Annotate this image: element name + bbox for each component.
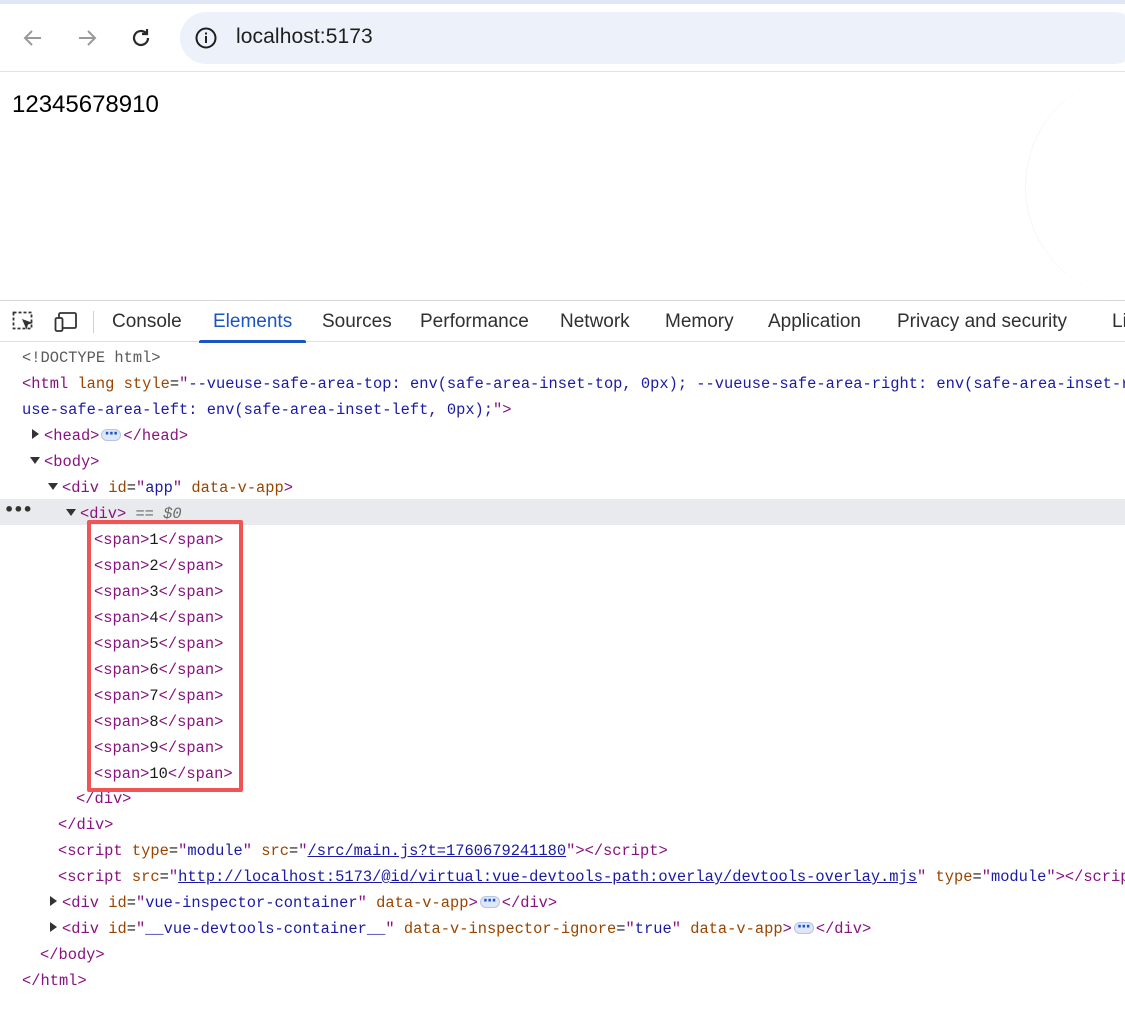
page-viewport: 12345678910 — [0, 73, 1125, 300]
collapsed-content-icon[interactable] — [479, 888, 500, 914]
dom-line-span[interactable]: <span>7</span> — [94, 683, 223, 709]
script-src-link[interactable]: /src/main.js?t=1760679241180 — [308, 842, 567, 860]
dom-line-body-close[interactable]: </body> — [40, 942, 105, 968]
node-actions-icon[interactable]: ••• — [4, 499, 33, 525]
forward-button[interactable] — [68, 19, 106, 57]
dom-line-devtools-container[interactable]: <div id="__vue-devtools-container__" dat… — [62, 914, 871, 942]
dom-line-script-overlay[interactable]: <script src="http://localhost:5173/@id/v… — [58, 864, 1125, 890]
dom-line-span[interactable]: <span>5</span> — [94, 631, 223, 657]
collapse-app-icon[interactable] — [48, 483, 58, 490]
dom-line-selected-div[interactable]: <div> == $0 — [80, 501, 182, 527]
tab-lighthouse-truncated[interactable]: Li — [1112, 301, 1125, 342]
reload-button[interactable] — [122, 19, 160, 57]
dom-line-script-main[interactable]: <script type="module" src="/src/main.js?… — [58, 838, 668, 864]
collapse-body-icon[interactable] — [30, 457, 40, 464]
tab-sources[interactable]: Sources — [322, 301, 392, 342]
device-toolbar-icon[interactable] — [54, 311, 78, 333]
dom-line-span[interactable]: <span>6</span> — [94, 657, 223, 683]
expand-inspector-icon[interactable] — [50, 896, 57, 906]
dom-line-app-close[interactable]: </div> — [58, 812, 113, 838]
info-icon[interactable] — [194, 26, 218, 50]
arrow-right-icon — [79, 30, 97, 46]
background-decoration — [1025, 73, 1125, 300]
dom-line-body[interactable]: <body> — [44, 449, 99, 475]
dom-line-span[interactable]: <span>1</span> — [94, 527, 223, 553]
dom-line-span[interactable]: <span>2</span> — [94, 553, 223, 579]
reload-icon — [132, 29, 150, 47]
back-button[interactable] — [14, 19, 52, 57]
tab-application[interactable]: Application — [768, 301, 861, 342]
script-src-link[interactable]: http://localhost:5173/@id/virtual:vue-de… — [178, 868, 917, 886]
tab-elements[interactable]: Elements — [198, 301, 307, 343]
arrow-left-icon — [23, 30, 41, 46]
dom-line-span[interactable]: <span>3</span> — [94, 579, 223, 605]
elements-dom-tree: ••• <!DOCTYPE html> <html lang style="--… — [0, 343, 1125, 1026]
browser-toolbar: localhost:5173 — [0, 4, 1125, 72]
dom-line-html-open-wrap[interactable]: use-safe-area-left: env(safe-area-inset-… — [22, 397, 512, 423]
tab-console[interactable]: Console — [112, 301, 182, 342]
tab-network[interactable]: Network — [560, 301, 630, 342]
dom-line-doctype[interactable]: <!DOCTYPE html> — [22, 345, 161, 371]
expand-devtools-container-icon[interactable] — [50, 922, 57, 932]
tab-memory[interactable]: Memory — [665, 301, 734, 342]
tab-performance[interactable]: Performance — [420, 301, 529, 342]
dom-line-div-close[interactable]: </div> — [76, 786, 131, 812]
dom-line-html-close[interactable]: </html> — [22, 968, 87, 994]
collapsed-content-icon[interactable] — [793, 914, 814, 940]
collapsed-content-icon[interactable] — [101, 421, 122, 447]
collapse-div-icon[interactable] — [66, 509, 76, 516]
expand-head-icon[interactable] — [32, 429, 39, 439]
dom-line-html-open[interactable]: <html lang style="--vueuse-safe-area-top… — [22, 371, 1125, 397]
toolbar-divider — [93, 311, 94, 333]
dom-line-span[interactable]: <span>9</span> — [94, 735, 223, 761]
page-content-text: 12345678910 — [12, 91, 159, 118]
devtools-tabbar: Console Elements Sources Performance Net… — [0, 300, 1125, 343]
dom-line-head[interactable]: <head></head> — [44, 421, 188, 449]
inspect-element-icon[interactable] — [12, 311, 36, 333]
tab-privacy-security[interactable]: Privacy and security — [897, 301, 1067, 342]
dom-line-inspector-container[interactable]: <div id="vue-inspector-container" data-v… — [62, 888, 557, 916]
dom-line-div-app[interactable]: <div id="app" data-v-app> — [62, 475, 293, 501]
url-text: localhost:5173 — [236, 25, 373, 48]
dom-line-span[interactable]: <span>8</span> — [94, 709, 223, 735]
dom-line-span[interactable]: <span>10</span> — [94, 761, 233, 787]
address-bar[interactable]: localhost:5173 — [180, 12, 1125, 64]
dom-line-span[interactable]: <span>4</span> — [94, 605, 223, 631]
